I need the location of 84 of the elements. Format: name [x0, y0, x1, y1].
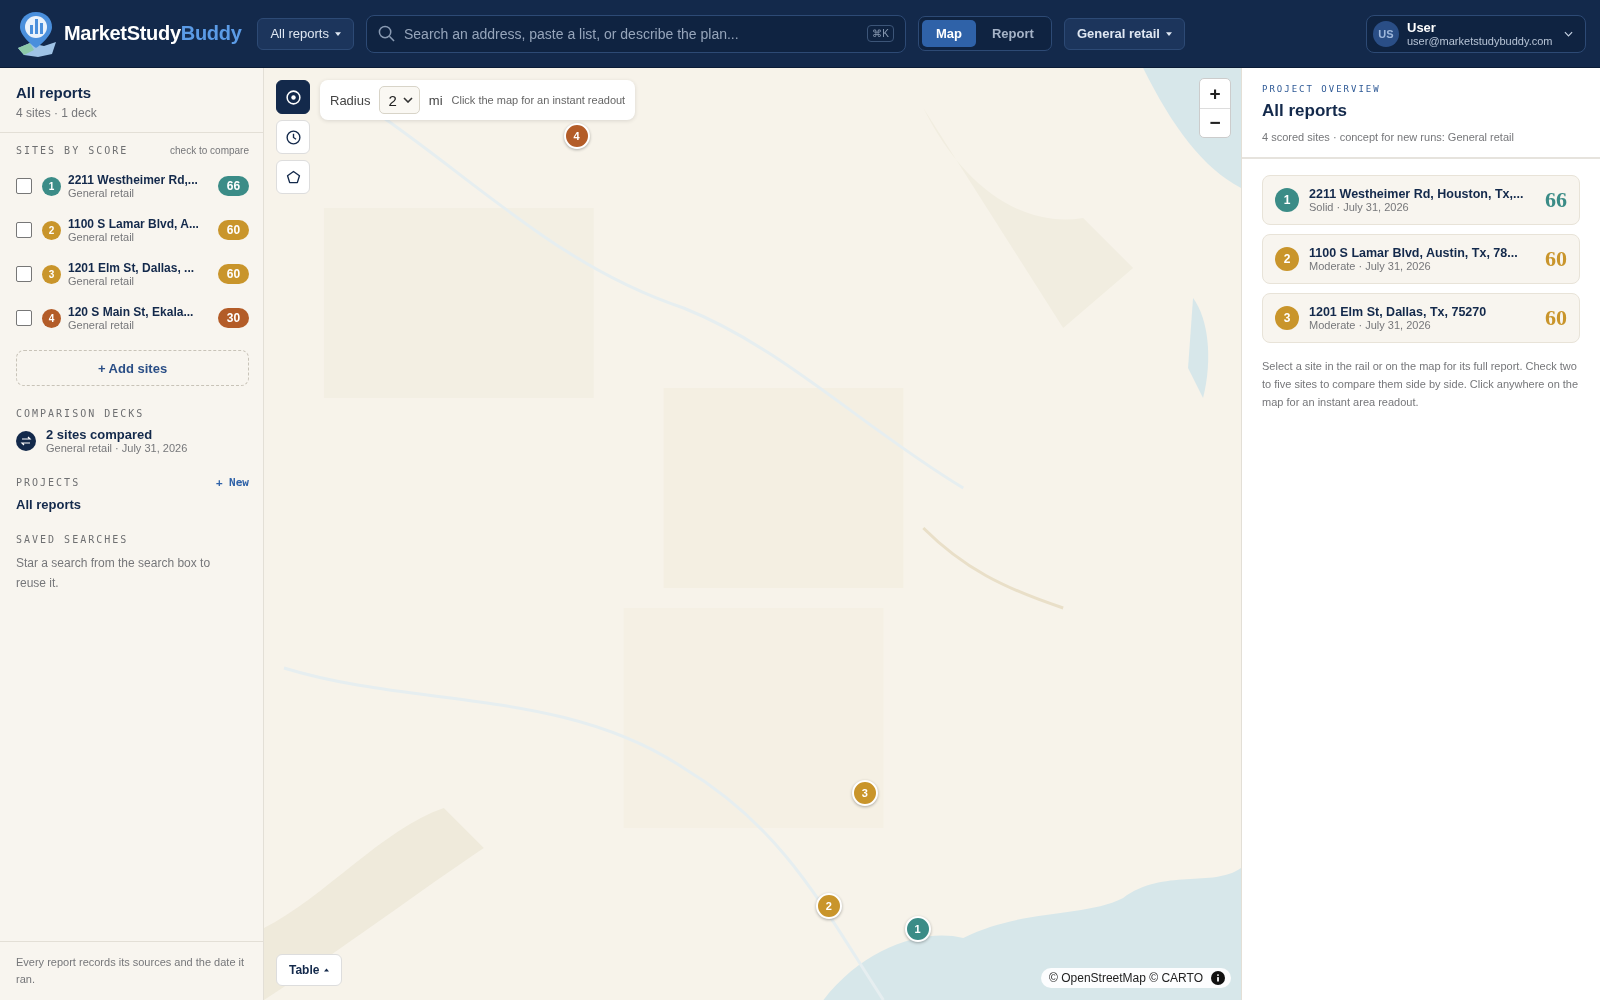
score-badge: 30	[218, 308, 249, 328]
card-score: 66	[1545, 187, 1567, 213]
zoom-in-button[interactable]: +	[1200, 79, 1230, 108]
radius-label: Radius	[330, 92, 371, 108]
table-toggle-button[interactable]: Table	[276, 954, 343, 986]
radius-select[interactable]: 2	[379, 86, 420, 114]
pentagon-icon	[284, 168, 302, 186]
compare-checkbox[interactable]	[16, 310, 32, 326]
card-meta: Solid · July 31, 2026	[1309, 201, 1410, 213]
section-heading: PROJECTS	[16, 477, 81, 488]
card-score: 60	[1545, 305, 1567, 331]
panel-eyebrow: PROJECT OVERVIEW	[1262, 84, 1382, 94]
info-icon[interactable]	[1211, 971, 1225, 985]
swap-icon	[16, 430, 36, 451]
site-address[interactable]: 1201 Elm St, Dallas, ...	[68, 261, 211, 275]
view-tab[interactable]: Map	[922, 20, 976, 47]
sidebar-title: All reports	[16, 84, 92, 101]
rank-dot: 1	[1275, 188, 1299, 212]
sidebar-subtitle: 4 sites · 1 deck	[16, 106, 98, 120]
caret-icon	[1166, 31, 1172, 36]
view-tab[interactable]: Report	[978, 20, 1048, 47]
site-address[interactable]: 2211 Westheimer Rd,...	[68, 173, 211, 187]
site-address[interactable]: 120 S Main St, Ekala...	[68, 305, 211, 319]
attribution-text: © OpenStreetMap © CARTO	[1049, 971, 1203, 985]
saved-searches-empty: Star a search from the search box to reuse it.	[16, 555, 212, 592]
panel-help-text: Select a site in the rail or on the map for its full report. Check two to five sites to compare them side by side. Click anywhere on the map for an instant area readout.	[1262, 359, 1580, 410]
site-concept: General retail	[68, 319, 136, 331]
logo-text: MarketStudyBuddy	[64, 22, 242, 45]
section-heading: SAVED SEARCHES	[16, 534, 129, 545]
card-meta: Moderate · July 31, 2026	[1309, 260, 1432, 272]
deck-subtitle: General retail · July 31, 2026	[46, 442, 189, 454]
rank-dot: 3	[1275, 306, 1299, 330]
clock-button[interactable]	[276, 120, 310, 154]
score-badge: 66	[218, 176, 249, 196]
shortcut-key: ⌘K	[867, 24, 894, 42]
card-score: 60	[1545, 246, 1567, 272]
card-meta: Moderate · July 31, 2026	[1309, 319, 1432, 331]
score-badge: 60	[218, 264, 249, 284]
readout-hint: Click the map for an instant readout	[451, 94, 626, 106]
card-address: 1201 Elm St, Dallas, Tx, 75270	[1309, 305, 1488, 319]
rank-dot: 2	[1275, 247, 1299, 271]
zoom-out-button[interactable]: −	[1200, 108, 1230, 137]
site-concept: General retail	[68, 187, 136, 199]
site-address[interactable]: 1100 S Lamar Blvd, A...	[68, 217, 211, 231]
radius-unit: mi	[428, 92, 443, 108]
user-name: User	[1407, 20, 1436, 35]
user-avatar: US	[1373, 20, 1399, 47]
sidebar-footer: Every report records its sources and the date it ran.	[16, 954, 247, 988]
deck-title[interactable]: 2 sites compared	[46, 427, 249, 442]
target-icon	[284, 88, 302, 106]
rank-dot: 2	[42, 220, 61, 240]
caret-icon	[324, 968, 330, 972]
rank-dot: 1	[42, 176, 61, 196]
scope-dropdown[interactable]: All reports	[257, 17, 354, 50]
clock-icon	[284, 128, 302, 146]
caret-icon	[335, 31, 341, 36]
card-address: 2211 Westheimer Rd, Houston, Tx,...	[1309, 187, 1525, 201]
project-item[interactable]: All reports	[16, 497, 249, 512]
polygon-button[interactable]	[276, 160, 310, 194]
panel-subtitle: 4 scored sites · concept for new runs: General retail	[1262, 131, 1515, 143]
score-badge: 60	[218, 220, 249, 240]
compare-checkbox[interactable]	[16, 266, 32, 282]
user-email: user@marketstudybuddy.com	[1407, 35, 1553, 47]
compare-checkbox[interactable]	[16, 222, 32, 238]
concept-dropdown[interactable]: General retail	[1063, 17, 1185, 50]
panel-title: All reports	[1262, 101, 1349, 121]
section-heading: COMPARISON DECKS	[16, 408, 145, 419]
compare-hint: check to compare	[170, 145, 249, 156]
site-concept: General retail	[68, 231, 136, 243]
section-heading: SITES BY SCORE	[16, 145, 129, 156]
user-menu[interactable]: US User user@marketstudybuddy.com	[1366, 14, 1586, 53]
target-button[interactable]	[276, 80, 310, 114]
site-card[interactable]: 1 2211 Westheimer Rd, Houston, Tx,... Solid · July 31, 2026 66	[1262, 175, 1580, 225]
chevron-down-icon	[402, 97, 413, 103]
compare-checkbox[interactable]	[16, 178, 32, 194]
rank-dot: 3	[42, 264, 61, 284]
new-project-button[interactable]: + New	[215, 476, 249, 489]
site-concept: General retail	[68, 275, 136, 287]
rank-dot: 4	[42, 308, 61, 328]
chevron-down-icon	[1564, 30, 1573, 37]
site-card[interactable]: 2 1100 S Lamar Blvd, Austin, Tx, 78... Moderate · July 31, 2026 60	[1262, 234, 1580, 284]
add-sites-button[interactable]: + Add sites	[16, 350, 249, 386]
site-card[interactable]: 3 1201 Elm St, Dallas, Tx, 75270 Moderate · July 31, 2026 60	[1262, 293, 1580, 343]
card-address: 1100 S Lamar Blvd, Austin, Tx, 78...	[1309, 246, 1519, 260]
